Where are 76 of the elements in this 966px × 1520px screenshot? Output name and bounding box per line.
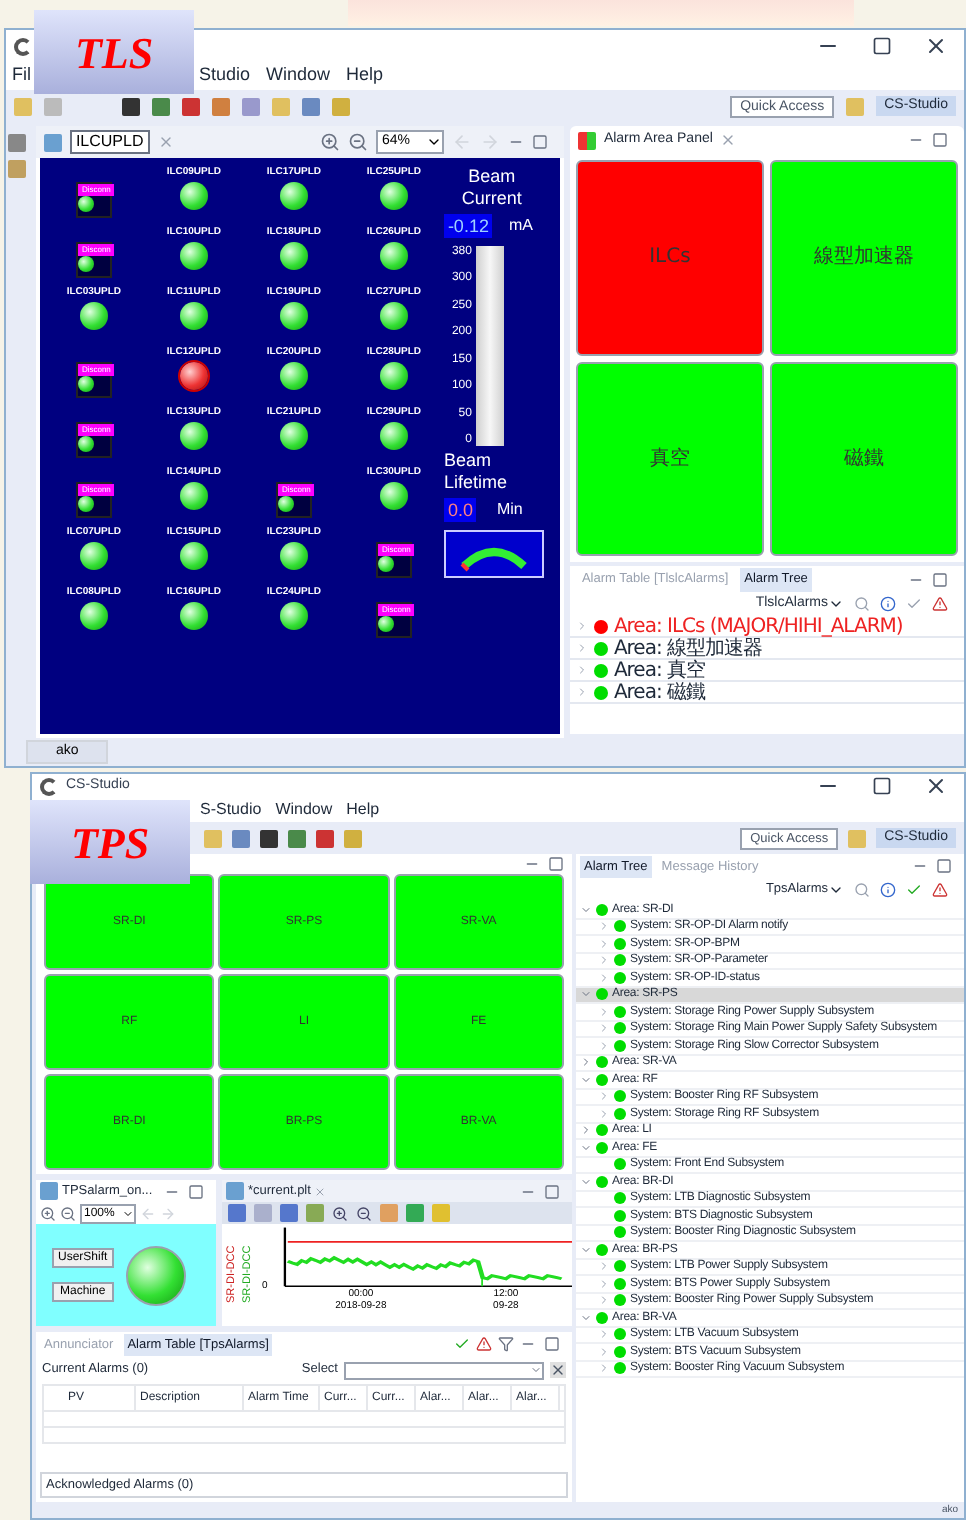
warning-icon[interactable]: [932, 596, 948, 612]
zoom-out-icon[interactable]: [356, 1205, 372, 1221]
close-icon[interactable]: [924, 774, 948, 798]
forward-icon[interactable]: [160, 1205, 176, 1221]
expand-icon[interactable]: [598, 1277, 610, 1290]
meter-gauge-drawing: [443, 530, 544, 578]
collapse-icon[interactable]: [580, 1073, 592, 1086]
expand-icon[interactable]: [598, 971, 610, 984]
expand-icon[interactable]: [598, 1107, 610, 1120]
close-icon[interactable]: [924, 34, 948, 58]
expand-icon[interactable]: [580, 1124, 592, 1137]
expand-icon[interactable]: [598, 1260, 610, 1273]
warning-icon[interactable]: [932, 882, 948, 898]
area-tile[interactable]: 真空: [575, 361, 764, 556]
filter-icon[interactable]: [498, 1336, 514, 1352]
check-icon[interactable]: [906, 882, 922, 898]
menu-item[interactable]: Help: [346, 62, 384, 90]
select-field[interactable]: [344, 1361, 544, 1379]
expand-icon[interactable]: [580, 1056, 592, 1069]
tree-item[interactable]: Area: ILCs (MAJOR/HIHI_ALARM): [613, 615, 903, 637]
warning-icon[interactable]: [476, 1336, 492, 1352]
collapse-icon[interactable]: [580, 1243, 592, 1256]
section-label: TPS: [30, 800, 190, 884]
expand-icon[interactable]: [598, 954, 610, 967]
expand-icon[interactable]: [598, 1294, 610, 1307]
zoom-out-icon[interactable]: [60, 1205, 76, 1221]
area-tile[interactable]: 線型加速器: [769, 160, 958, 355]
unit-label: mA: [508, 214, 533, 238]
info-icon[interactable]: [880, 596, 896, 612]
expand-icon[interactable]: [598, 1345, 610, 1358]
section-label: TLS: [34, 10, 194, 94]
back-icon[interactable]: [140, 1205, 156, 1221]
zoom-in-icon[interactable]: [319, 132, 340, 152]
expand-icon[interactable]: [598, 1362, 610, 1375]
menu-item[interactable]: Help: [346, 798, 380, 822]
tree-item[interactable]: Area: 磁鐵: [613, 681, 705, 703]
area-tile[interactable]: 磁鐵: [769, 361, 958, 556]
collapse-icon[interactable]: [580, 1175, 592, 1188]
zoom-out-icon[interactable]: [347, 132, 368, 152]
expand-icon[interactable]: [598, 920, 610, 933]
menu-item[interactable]: Window: [266, 62, 331, 90]
expand-icon[interactable]: [598, 1328, 610, 1341]
editor-tab[interactable]: ILCUPLD: [69, 130, 150, 154]
maximize-icon[interactable]: [872, 36, 892, 56]
zoom-in-icon[interactable]: [332, 1205, 348, 1221]
tree-item[interactable]: Area: 真空: [613, 659, 705, 681]
check-icon[interactable]: [454, 1336, 470, 1352]
tree-item[interactable]: Area: 線型加速器: [613, 637, 762, 659]
menu-item[interactable]: Fil: [12, 62, 31, 90]
check-icon[interactable]: [906, 596, 922, 612]
collapse-icon[interactable]: [580, 988, 592, 1001]
forward-icon[interactable]: [479, 132, 500, 152]
menu-item[interactable]: Window: [275, 798, 333, 822]
beam-lifetime-value: 0.0: [443, 498, 477, 522]
expand-icon[interactable]: [598, 1090, 610, 1103]
expand-icon[interactable]: [598, 1005, 610, 1018]
unit-label: Min: [496, 498, 523, 522]
back-icon[interactable]: [451, 132, 472, 152]
search-icon[interactable]: [854, 882, 870, 898]
led-indicator: [125, 1245, 186, 1305]
beam-current-value: -0.12: [443, 214, 493, 238]
expand-icon[interactable]: [598, 1039, 610, 1052]
collapse-icon[interactable]: [580, 1311, 592, 1324]
collapse-icon[interactable]: [580, 903, 592, 916]
info-icon[interactable]: [880, 882, 896, 898]
search-icon[interactable]: [854, 596, 870, 612]
maximize-icon[interactable]: [872, 776, 892, 796]
beam-lifetime-title: Beam Lifetime: [443, 450, 509, 494]
menu-item[interactable]: S-Studio: [200, 798, 262, 822]
expand-icon[interactable]: [598, 1022, 610, 1035]
clear-icon[interactable]: [550, 1362, 566, 1378]
expand-icon[interactable]: [598, 937, 610, 950]
zoom-in-icon[interactable]: [40, 1205, 56, 1221]
collapse-icon[interactable]: [580, 1141, 592, 1154]
menu-item[interactable]: Studio: [199, 62, 251, 90]
beam-current-title: Beam Current: [459, 166, 524, 210]
